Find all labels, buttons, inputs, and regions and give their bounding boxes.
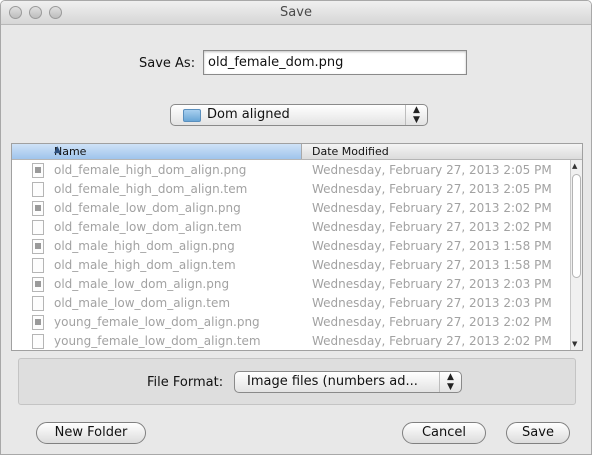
image-file-icon bbox=[32, 201, 44, 216]
folder-icon bbox=[183, 109, 201, 122]
document-file-icon bbox=[32, 334, 44, 349]
file-format-selected: Image files (numbers ad... bbox=[247, 374, 418, 389]
vertical-scrollbar[interactable]: ▲ ▼ bbox=[570, 160, 582, 350]
image-file-icon bbox=[32, 277, 44, 292]
scroll-thumb[interactable] bbox=[572, 174, 581, 278]
file-row[interactable]: old_female_high_dom_align.png Wednesday, … bbox=[12, 161, 582, 180]
image-file-icon bbox=[32, 239, 44, 254]
file-row[interactable]: old_male_low_dom_align.tem Wednesday, Feb… bbox=[12, 294, 582, 313]
file-date: Wednesday, February 27, 2013 2:05 PM bbox=[312, 182, 552, 196]
scroll-down-icon[interactable]: ▼ bbox=[572, 340, 577, 348]
column-header-name[interactable]: Name ▲ bbox=[12, 144, 302, 159]
folder-popup[interactable]: Dom aligned ▲ ▼ bbox=[170, 104, 428, 126]
folder-label: Dom aligned bbox=[207, 107, 290, 122]
file-date: Wednesday, February 27, 2013 2:02 PM bbox=[312, 220, 552, 234]
file-date: Wednesday, February 27, 2013 2:02 PM bbox=[312, 315, 552, 329]
file-row[interactable]: young_female_low_dom_align.tem Wednesday,… bbox=[12, 332, 582, 350]
document-file-icon bbox=[32, 258, 44, 273]
file-date: Wednesday, February 27, 2013 1:58 PM bbox=[312, 258, 552, 272]
file-date: Wednesday, February 27, 2013 2:02 PM bbox=[312, 334, 552, 348]
file-list[interactable]: Name ▲ Date Modified old_female_high_dom… bbox=[11, 143, 583, 351]
save-dialog: Save Save As: Dom aligned ▲▼ Name ▲ Date… bbox=[0, 0, 592, 455]
file-date: Wednesday, February 27, 2013 2:03 PM bbox=[312, 296, 552, 310]
file-name: old_female_low_dom_align.tem bbox=[54, 220, 242, 234]
popup-stepper-icon: ▲ ▼ bbox=[439, 372, 461, 392]
popup-stepper-icon: ▲ ▼ bbox=[405, 105, 427, 125]
file-name: young_female_low_dom_align.tem bbox=[54, 334, 261, 348]
file-date: Wednesday, February 27, 2013 2:05 PM bbox=[312, 163, 552, 177]
file-row[interactable]: old_male_low_dom_align.png Wednesday, Feb… bbox=[12, 275, 582, 294]
title-bar[interactable]: Save bbox=[1, 1, 591, 25]
save-button[interactable]: Save bbox=[506, 422, 570, 444]
file-name: old_female_high_dom_align.tem bbox=[54, 182, 248, 196]
column-header-date[interactable]: Date Modified bbox=[312, 145, 389, 158]
document-file-icon bbox=[32, 220, 44, 235]
list-header: Name ▲ Date Modified bbox=[12, 144, 582, 160]
file-name: old_female_low_dom_align.png bbox=[54, 201, 241, 215]
file-format-popup[interactable]: Image files (numbers ad... ▲ ▼ bbox=[234, 371, 462, 393]
file-rows: old_female_high_dom_align.png Wednesday, … bbox=[12, 161, 582, 350]
file-name: young_female_low_dom_align.png bbox=[54, 315, 260, 329]
window-title: Save bbox=[280, 5, 312, 20]
save-as-input[interactable] bbox=[203, 50, 467, 75]
file-name: old_male_low_dom_align.tem bbox=[54, 296, 231, 310]
file-date: Wednesday, February 27, 2013 2:03 PM bbox=[312, 277, 552, 291]
file-name: old_male_high_dom_align.tem bbox=[54, 258, 236, 272]
image-file-icon bbox=[32, 163, 44, 178]
file-date: Wednesday, February 27, 2013 1:58 PM bbox=[312, 239, 552, 253]
cancel-button[interactable]: Cancel bbox=[402, 422, 486, 444]
file-date: Wednesday, February 27, 2013 2:02 PM bbox=[312, 201, 552, 215]
file-name: old_male_high_dom_align.png bbox=[54, 239, 235, 253]
image-file-icon bbox=[32, 315, 44, 330]
file-name: old_male_low_dom_align.png bbox=[54, 277, 230, 291]
file-row[interactable]: old_female_high_dom_align.tem Wednesday, … bbox=[12, 180, 582, 199]
file-name: old_female_high_dom_align.png bbox=[54, 163, 247, 177]
file-row[interactable]: young_female_low_dom_align.png Wednesday,… bbox=[12, 313, 582, 332]
new-folder-button[interactable]: New Folder bbox=[36, 422, 146, 444]
file-row[interactable]: old_male_high_dom_align.tem Wednesday, Fe… bbox=[12, 256, 582, 275]
file-row[interactable]: old_male_high_dom_align.png Wednesday, Fe… bbox=[12, 237, 582, 256]
file-row[interactable]: old_female_low_dom_align.png Wednesday, F… bbox=[12, 199, 582, 218]
document-file-icon bbox=[32, 182, 44, 197]
file-row[interactable]: old_female_low_dom_align.tem Wednesday, F… bbox=[12, 218, 582, 237]
scroll-up-icon[interactable]: ▲ bbox=[572, 162, 577, 170]
save-as-label: Save As: bbox=[139, 56, 196, 71]
file-format-label: File Format: bbox=[147, 375, 224, 390]
sort-ascending-icon: ▲ bbox=[54, 145, 61, 155]
document-file-icon bbox=[32, 296, 44, 311]
